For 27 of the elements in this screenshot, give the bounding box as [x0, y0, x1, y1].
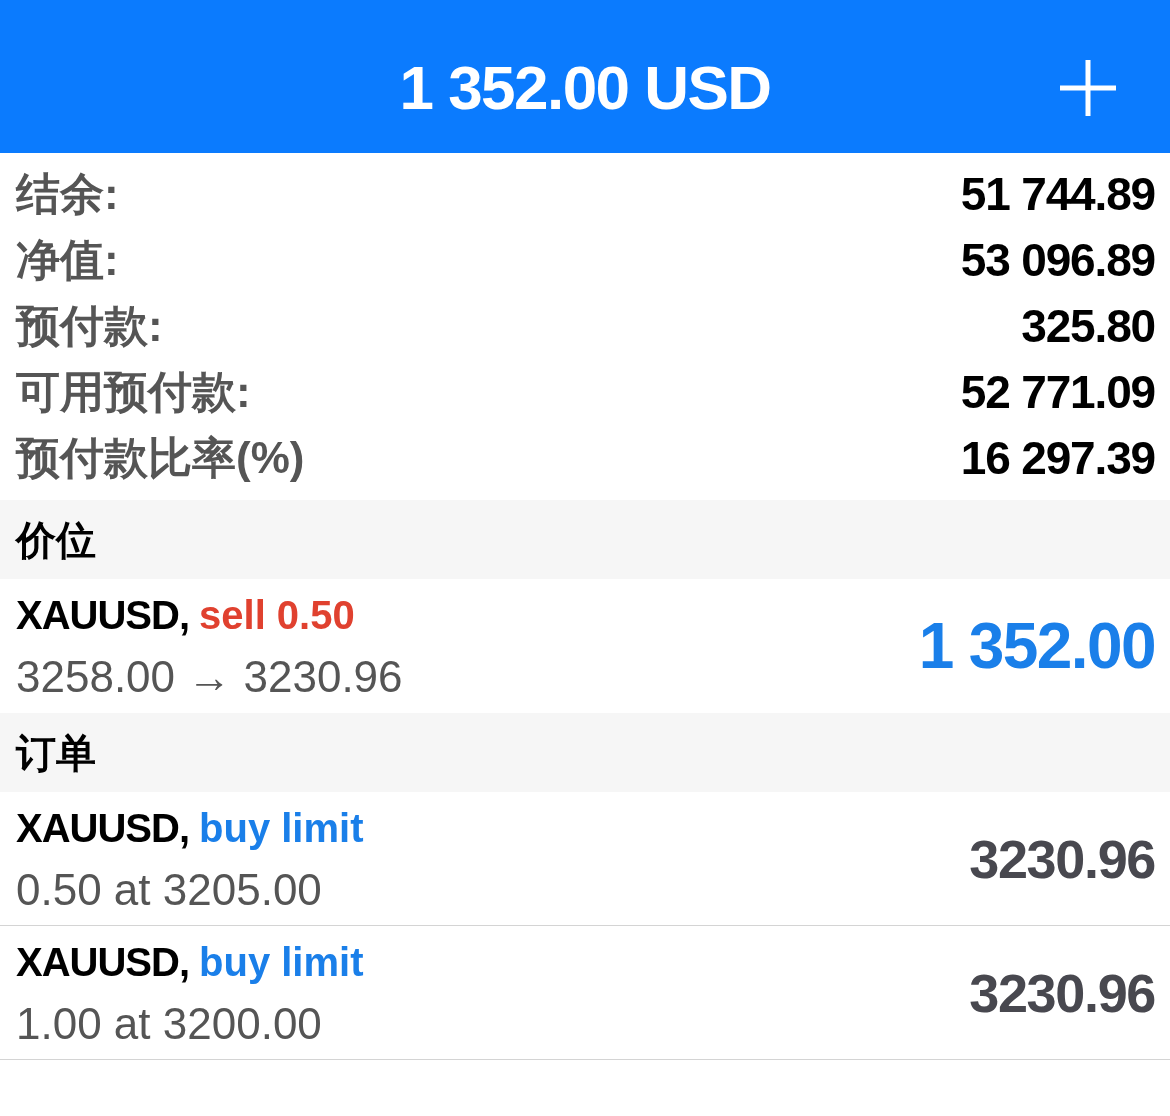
order-type-label: buy limit — [199, 807, 364, 848]
summary-value: 53 096.89 — [960, 237, 1155, 283]
summary-value: 325.80 — [1021, 303, 1155, 349]
plus-icon — [1060, 59, 1116, 116]
summary-label: 预付款: — [16, 304, 163, 348]
summary-label: 净值: — [16, 238, 119, 282]
profit-value: 1 352.00 — [918, 614, 1155, 678]
detail-label: 1.00 at 3200.00 — [16, 1001, 322, 1046]
symbol-label: XAUUSD, — [16, 941, 190, 982]
summary-value: 16 297.39 — [960, 435, 1155, 481]
summary-label: 预付款比率(%) — [16, 436, 305, 480]
symbol-label: XAUUSD, — [16, 595, 190, 635]
order-type-label: sell 0.50 — [199, 595, 355, 635]
summary-label: 可用预付款: — [16, 370, 251, 414]
detail-label: 0.50 at 3205.00 — [16, 867, 322, 912]
section-title: 订单 — [16, 732, 96, 773]
summary-label: 结余: — [16, 172, 119, 216]
summary-value: 52 771.09 — [960, 369, 1155, 415]
balance-title: 1 352.00 USD — [398, 56, 772, 119]
add-button[interactable] — [1060, 59, 1116, 116]
order-type-label: buy limit — [199, 941, 364, 982]
symbol-label: XAUUSD, — [16, 807, 190, 848]
summary-value: 51 744.89 — [960, 171, 1155, 217]
detail-label: 3258.00 → 3230.96 — [16, 655, 403, 699]
section-title: 价位 — [16, 519, 96, 560]
price-value: 3230.96 — [969, 965, 1155, 1020]
price-value: 3230.96 — [969, 831, 1155, 886]
